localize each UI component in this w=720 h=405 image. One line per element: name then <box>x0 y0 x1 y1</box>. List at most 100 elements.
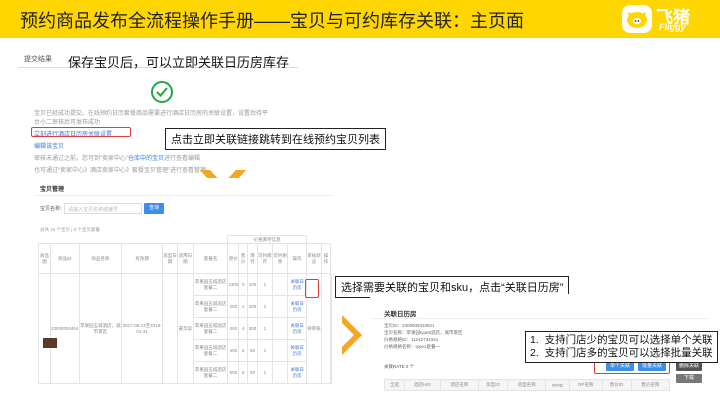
item-id-cell: 23009393404 <box>50 273 80 384</box>
desc-line-1: 宝贝已经成功提交。在线预约日历套餐商品需要进行酒店日历房的关联设置，设置后待平 <box>34 111 269 117</box>
associate-column-header: 房型名称 <box>507 379 547 391</box>
column-header: 商品图 <box>37 243 52 274</box>
blank-cell <box>272 295 289 318</box>
link-warehouse-items[interactable]: 仓库中的宝贝 <box>128 156 164 162</box>
right-arrow-icon <box>340 315 362 360</box>
blank-cell <box>272 273 289 296</box>
rate-count: 关联RATE 0 个 <box>384 364 415 369</box>
product-image-cell[interactable] <box>37 273 52 384</box>
divider <box>34 195 334 196</box>
highlight-associate-link <box>31 127 131 137</box>
column-header: 操作 <box>321 243 331 274</box>
room-date-cell <box>161 273 179 384</box>
date-range-cell: 2017-06-13至2018-01-31 <box>121 273 163 384</box>
associate-column-header: 房型ID <box>477 379 509 391</box>
check-cell <box>329 339 333 362</box>
package-name-cell: 苹果园五城酒店套餐二 <box>192 273 229 296</box>
column-header: 房型日期 <box>161 243 179 274</box>
callout3-line-1-text: 支持门店少的宝贝可以选择单个关联 <box>544 334 713 346</box>
info-price-id: 价格规格ID：11242734341 <box>384 337 439 342</box>
fliggy-logo: 飞猪 Fliggy <box>622 3 706 35</box>
associate-calendar-link[interactable]: 关联日历房 <box>287 339 307 362</box>
header-bar: 预约商品发布全流程操作手册——宝贝与可约库存关联：主页面 飞猪 Fliggy <box>0 0 720 38</box>
associate-calendar-link[interactable]: 关联日历房 <box>287 361 307 384</box>
column-header: 库存 <box>247 243 258 274</box>
package-name-cell: 苹果园五城酒店套餐二 <box>192 295 229 318</box>
note1-prefix: 审核未通过之前，您可到“卖家中心” <box>34 156 128 162</box>
check-cell <box>329 361 333 384</box>
item-management-panel: 宝贝管理 宝贝名称： 请输入宝贝名称或编号 查询 总共 16 个宝贝 | 8 个… <box>34 178 334 405</box>
associate-column-header: RP名称 <box>568 379 603 391</box>
stock-cell: 200 <box>247 295 258 318</box>
blank-cell <box>272 317 289 340</box>
associate-header-row: 全选 酒店HID 酒店名称 房型ID 房型名称 RPID RP名称 售价ID 售价名称 <box>383 379 671 391</box>
desc-line-2: 台小二审核后可发布成功 <box>34 120 101 126</box>
avail-cell: 1 <box>256 295 274 318</box>
search-label: 宝贝名称： <box>40 206 66 212</box>
associate-calendar-link[interactable]: 关联日历房 <box>287 273 307 296</box>
column-header: 商品ID <box>50 243 80 274</box>
group-header: 价格库存信息 <box>227 235 307 244</box>
check-cell <box>329 273 333 296</box>
callout3-line-2-text: 支持门店多的宝贝可以选择批量关联 <box>544 347 713 359</box>
highlight-associate-op <box>305 279 319 298</box>
note-line-1: 审核未通过之前，您可到“卖家中心”仓库中的宝贝进行查看编辑 <box>34 153 200 162</box>
item-mgmt-title: 宝贝管理 <box>40 187 65 193</box>
callout-association-modes: 1. 支持门店少的宝贝可以选择单个关联 2. 支持门店多的宝贝可以选择批量关联 <box>525 331 718 363</box>
search-input[interactable]: 请输入宝贝名称或编号 <box>64 203 142 214</box>
pig-icon <box>622 5 652 33</box>
associate-column-header[interactable]: 全选 <box>383 379 406 391</box>
package-name-cell: 苹果园五城酒店套餐二 <box>192 317 229 340</box>
tab-submit-result[interactable]: 提交结果 <box>24 54 52 64</box>
sale-cell: 4 <box>238 317 249 340</box>
column-header: 有效期 <box>121 243 163 274</box>
avail-cell: 1 <box>256 273 274 296</box>
link-edit-item[interactable]: 编辑该宝贝 <box>34 141 64 150</box>
stock-cell: 300 <box>247 317 258 340</box>
sale-cell: 0 <box>238 273 249 296</box>
column-header: 原价 <box>227 243 240 274</box>
associate-column-header: 售价名称 <box>630 379 671 391</box>
associate-calendar-link[interactable]: 关联日历房 <box>287 295 307 318</box>
stock-cell: 100 <box>247 273 258 296</box>
logo-text-en: Fliggy <box>659 22 686 32</box>
divider <box>370 318 710 319</box>
column-header: 适用日期 <box>177 243 194 274</box>
success-check-icon <box>151 81 173 103</box>
sale-cell: 2 <box>238 295 249 318</box>
info-price-name: 价格规格名称：type1套餐一 <box>384 344 441 349</box>
callout3-line-2: 2. 支持门店多的宝贝可以选择批量关联 <box>530 347 713 359</box>
op-cell <box>321 273 331 384</box>
associate-column-header: 酒店HID <box>404 379 441 391</box>
package-name-cell: 苹果园五城酒店套餐二 <box>192 361 229 384</box>
download-button[interactable]: 下载 <box>676 374 702 383</box>
column-header: 操作 <box>287 243 307 274</box>
sale-cell: 5 <box>238 339 249 362</box>
column-header: 可约剩余 <box>272 243 289 274</box>
associate-column-header: RPID <box>545 379 570 391</box>
column-header: 可约库存 <box>256 243 274 274</box>
price-cell: 300 <box>227 317 240 340</box>
stock-cell: 50 <box>247 339 258 362</box>
avail-cell: 1 <box>256 317 274 340</box>
note1-suffix: 进行查看编辑 <box>164 156 201 162</box>
summary-text: 总共 16 个宝贝 | 8 个宝贝套餐 <box>40 227 100 232</box>
price-cell: 2300 <box>227 273 240 296</box>
room-type-cell: 豪华房 <box>177 273 194 384</box>
check-cell <box>329 317 333 340</box>
callout-click-link: 点击立即关联链接跳转到在线预约宝贝列表 <box>165 128 386 150</box>
note-line-2: 也可通过“卖家中心》酒店卖家中心》套餐宝贝管理”进行查看管理 <box>34 168 206 174</box>
associate-column-header: 酒店名称 <box>439 379 479 391</box>
price-cell: 200 <box>227 295 240 318</box>
associate-calendar-link[interactable]: 关联日历房 <box>287 317 307 340</box>
avail-cell: 1 <box>256 339 274 362</box>
product-thumbnail <box>43 338 57 348</box>
search-button[interactable]: 查询 <box>144 203 164 214</box>
associate-title: 关联日历房 <box>384 311 417 318</box>
price-cell: 400 <box>227 339 240 362</box>
table-header-row: 商品图 商品ID 商品名称 有效期 房型日期 适用日期 套餐名 原价 售价 库存 可约库存 可约剩余操… <box>37 243 332 274</box>
info-item-name: 宝贝名称：苹果园type5酒店，城市景区 <box>384 330 463 335</box>
panel1-caption: 保存宝贝后，可以立即关联日历房库存 <box>68 55 290 70</box>
associate-table: 全选 酒店HID 酒店名称 房型ID 房型名称 RPID RP名称 售价ID 售价名称 <box>383 379 671 391</box>
item-table: 价格库存信息 商品图 商品ID 商品名称 有效期 房型日期 适用日期 套餐名 原价 售价 库存 可约… <box>37 235 333 384</box>
